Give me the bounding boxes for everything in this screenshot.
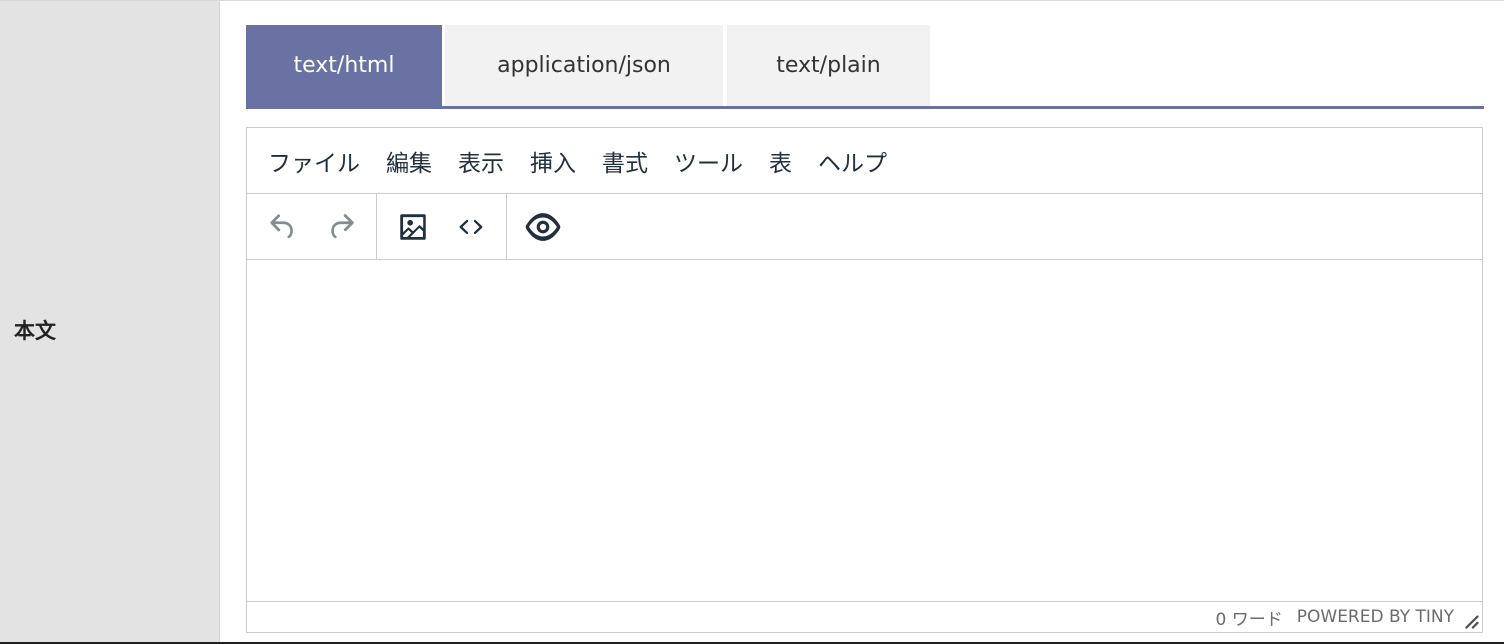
undo-button[interactable]	[259, 203, 307, 251]
image-icon	[400, 213, 426, 240]
toolbar-group-insert	[377, 194, 507, 259]
menu-tools[interactable]: ツール	[665, 138, 752, 184]
editor-menubar: ファイル 編集 表示 挿入 書式 ツール 表 ヘルプ	[247, 128, 1482, 194]
preview-icon	[525, 212, 561, 241]
tab-text-html[interactable]: text/html	[246, 25, 442, 106]
editor-content-area[interactable]	[247, 260, 1482, 601]
editor-toolbar	[247, 194, 1482, 260]
menu-table[interactable]: 表	[760, 138, 801, 184]
powered-by-link[interactable]: POWERED BY TINY	[1297, 607, 1454, 627]
tab-application-json[interactable]: application/json	[445, 25, 723, 106]
editor-statusbar: 0 ワード POWERED BY TINY	[247, 601, 1482, 632]
field-label-cell: 本文	[0, 1, 220, 642]
menu-insert[interactable]: 挿入	[521, 138, 585, 184]
code-icon	[459, 219, 483, 234]
content-type-tabs: text/html application/json text/plain	[246, 25, 1484, 109]
menu-file[interactable]: ファイル	[259, 138, 369, 184]
redo-icon	[331, 213, 354, 238]
undo-icon	[270, 213, 293, 238]
toolbar-group-view	[507, 194, 587, 259]
tab-text-plain[interactable]: text/plain	[727, 25, 930, 106]
field-content-cell: text/html application/json text/plain ファ…	[221, 1, 1504, 642]
redo-button[interactable]	[317, 203, 365, 251]
menu-view[interactable]: 表示	[449, 138, 513, 184]
rich-text-editor: ファイル 編集 表示 挿入 書式 ツール 表 ヘルプ 0 ワード POWERED…	[246, 127, 1483, 633]
insert-image-button[interactable]	[389, 203, 437, 251]
preview-button[interactable]	[519, 203, 567, 251]
form-row: 本文 text/html application/json text/plain…	[0, 0, 1504, 644]
field-label: 本文	[14, 319, 56, 343]
toolbar-group-history	[247, 194, 377, 259]
word-count[interactable]: 0 ワード	[1216, 605, 1283, 630]
menu-edit[interactable]: 編集	[377, 138, 441, 184]
menu-format[interactable]: 書式	[593, 138, 657, 184]
resize-handle-icon[interactable]	[1464, 614, 1480, 630]
source-code-button[interactable]	[447, 203, 495, 251]
menu-help[interactable]: ヘルプ	[809, 138, 896, 184]
